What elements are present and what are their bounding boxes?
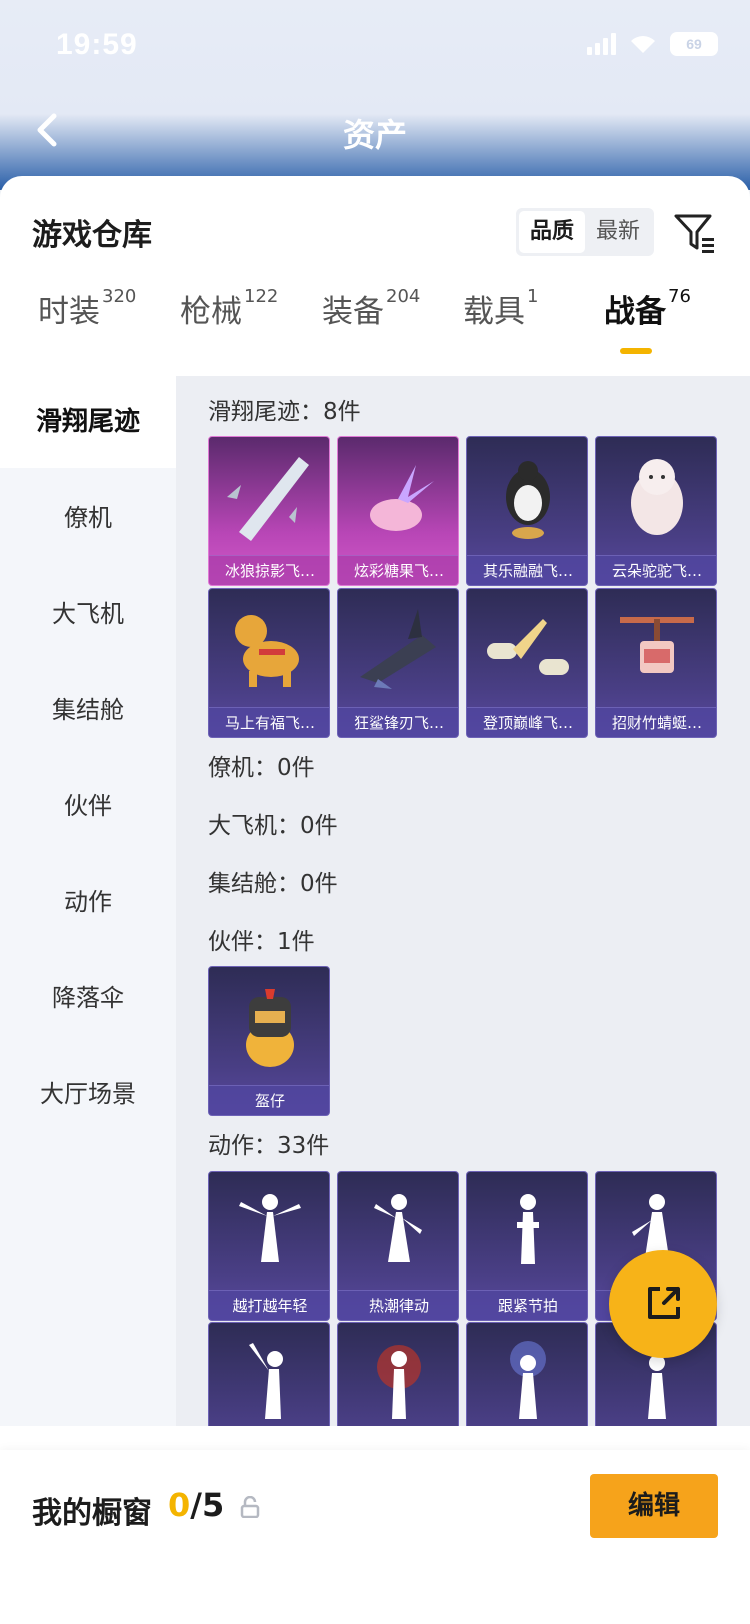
item-card[interactable]: 登顶巅峰飞… xyxy=(466,588,588,738)
item-card[interactable]: 越打越年轻 xyxy=(208,1171,330,1321)
wifi-icon xyxy=(628,33,658,55)
item-name: 其乐融融飞… xyxy=(467,555,587,585)
penguin-trail-icon xyxy=(467,437,587,555)
item-card[interactable]: 云朵驼驼飞… xyxy=(595,436,717,586)
summit-trail-icon xyxy=(467,589,587,707)
tab-label: 载具 xyxy=(463,294,525,330)
item-name: 冰狼掠影飞… xyxy=(209,555,329,585)
shark-trail-icon xyxy=(338,589,458,707)
dancer-icon xyxy=(338,1172,458,1290)
dancer-icon xyxy=(467,1323,587,1426)
bamboo-copter-trail-icon xyxy=(596,589,716,707)
item-card[interactable] xyxy=(466,1322,588,1426)
showcase-total: /5 xyxy=(190,1486,225,1524)
section-title-plane: 大飞机：0件 xyxy=(208,813,338,839)
item-card[interactable]: 马上有福飞… xyxy=(208,588,330,738)
battery-icon: 69 xyxy=(670,32,718,56)
item-card[interactable]: 热潮律动 xyxy=(337,1171,459,1321)
subcategory-parachute[interactable]: 降落伞 xyxy=(0,952,176,1044)
item-name: 招财竹蜻蜓… xyxy=(596,707,716,737)
tab-count: 320 xyxy=(102,285,137,307)
dancer-icon xyxy=(209,1172,329,1290)
item-card[interactable]: 狂鲨锋刃飞… xyxy=(337,588,459,738)
edit-button[interactable]: 编辑 xyxy=(590,1474,718,1538)
subcategory-emote[interactable]: 动作 xyxy=(0,856,176,948)
showcase-count: 0/5 xyxy=(168,1486,224,1524)
item-card[interactable]: 炫彩糖果飞… xyxy=(337,436,459,586)
cloud-alpaca-trail-icon xyxy=(596,437,716,555)
sort-newest-button[interactable]: 最新 xyxy=(585,211,651,253)
status-time: 19:59 xyxy=(56,28,138,61)
sheet-header: 游戏仓库 品质 最新 xyxy=(0,176,750,276)
tab-equipment[interactable]: 装备 204 xyxy=(322,286,420,366)
category-tabs: 时装 320 枪械 122 装备 204 载具 1 战备 76 xyxy=(0,286,750,366)
tab-label: 时装 xyxy=(38,294,100,330)
candy-trail-icon xyxy=(338,437,458,555)
showcase-current: 0 xyxy=(168,1486,191,1524)
item-name: 云朵驼驼飞… xyxy=(596,555,716,585)
warehouse-sheet: 游戏仓库 品质 最新 时装 320 枪械 122 装备 204 载具 1 战备 7 xyxy=(0,176,750,1624)
section-title-partner: 伙伴：1件 xyxy=(208,929,315,955)
tab-count: 122 xyxy=(244,285,279,307)
section-title-glide: 滑翔尾迹：8件 xyxy=(208,399,361,425)
section-title-emote: 动作：33件 xyxy=(208,1133,330,1159)
item-card[interactable]: 冰狼掠影飞… xyxy=(208,436,330,586)
item-name: 炫彩糖果飞… xyxy=(338,555,458,585)
item-name: 跟紧节拍 xyxy=(467,1290,587,1320)
status-bar: 19:59 69 xyxy=(0,0,750,90)
showcase-bar: 我的橱窗 0/5 编辑 xyxy=(0,1450,750,1624)
top-header: 19:59 69 资产 xyxy=(0,0,750,190)
tab-count: 1 xyxy=(527,285,539,307)
nav-bar: 资产 xyxy=(0,96,750,166)
item-name: 马上有福飞… xyxy=(209,707,329,737)
dancer-icon xyxy=(338,1323,458,1426)
subcategory-wingman[interactable]: 僚机 xyxy=(0,472,176,564)
page-title: 资产 xyxy=(342,116,407,154)
item-name: 登顶巅峰飞… xyxy=(467,707,587,737)
share-button[interactable] xyxy=(609,1250,717,1358)
filter-icon[interactable] xyxy=(672,210,718,256)
item-card[interactable]: 其乐融融飞… xyxy=(466,436,588,586)
tab-guns[interactable]: 枪械 122 xyxy=(180,286,278,366)
subcategory-partner[interactable]: 伙伴 xyxy=(0,760,176,852)
tab-label: 枪械 xyxy=(180,294,242,330)
horse-trail-icon xyxy=(209,589,329,707)
subcategory-assembly-pod[interactable]: 集结舱 xyxy=(0,664,176,756)
section-title-wingman: 僚机：0件 xyxy=(208,755,315,781)
showcase-label: 我的橱窗 xyxy=(32,1496,152,1531)
sort-toggle: 品质 最新 xyxy=(516,208,654,256)
tab-label: 战备 xyxy=(604,294,666,330)
subcategory-list: 滑翔尾迹 僚机 大飞机 集结舱 伙伴 动作 降落伞 大厅场景 xyxy=(0,376,176,1426)
item-name: 狂鲨锋刃飞… xyxy=(338,707,458,737)
share-icon xyxy=(648,1287,680,1319)
status-icons: 69 xyxy=(587,32,718,56)
subcategory-big-plane[interactable]: 大飞机 xyxy=(0,568,176,660)
sheet-title: 游戏仓库 xyxy=(32,218,152,253)
item-name: 热潮律动 xyxy=(338,1290,458,1320)
tab-battle-gear[interactable]: 战备 76 xyxy=(604,286,691,366)
tab-vehicles[interactable]: 载具 1 xyxy=(463,286,538,366)
dancer-icon xyxy=(209,1323,329,1426)
item-card[interactable] xyxy=(337,1322,459,1426)
ice-wolf-trail-icon xyxy=(209,437,329,555)
tab-active-indicator xyxy=(620,348,652,354)
item-card[interactable]: 跟紧节拍 xyxy=(466,1171,588,1321)
subcategory-lobby-scene[interactable]: 大厅场景 xyxy=(0,1048,176,1140)
lock-icon xyxy=(240,1495,260,1519)
item-card[interactable]: 招财竹蜻蜓… xyxy=(595,588,717,738)
item-name: 盔仔 xyxy=(209,1085,329,1115)
subcategory-glide-trail[interactable]: 滑翔尾迹 xyxy=(0,376,176,468)
tab-fashion[interactable]: 时装 320 xyxy=(38,286,136,366)
signal-icon xyxy=(587,33,616,55)
tab-count: 76 xyxy=(668,285,691,307)
sort-quality-button[interactable]: 品质 xyxy=(519,211,585,253)
tab-count: 204 xyxy=(386,285,421,307)
helmet-chick-icon xyxy=(209,967,329,1085)
item-name: 越打越年轻 xyxy=(209,1290,329,1320)
item-card[interactable] xyxy=(208,1322,330,1426)
tab-label: 装备 xyxy=(322,294,384,330)
item-card[interactable]: 盔仔 xyxy=(208,966,330,1116)
dancer-icon xyxy=(467,1172,587,1290)
section-title-pod: 集结舱：0件 xyxy=(208,871,338,897)
